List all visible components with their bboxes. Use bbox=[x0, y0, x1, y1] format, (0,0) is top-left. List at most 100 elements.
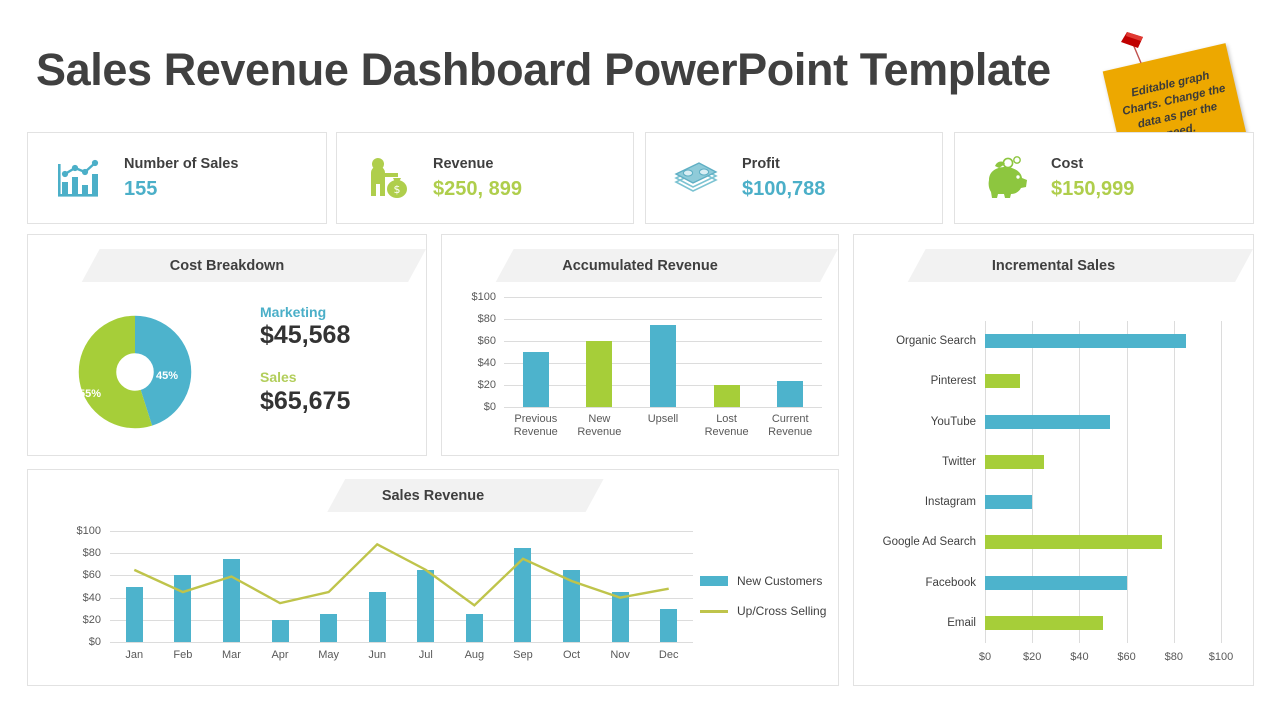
panel-title: Cost Breakdown bbox=[169, 257, 285, 274]
x-axis-tick-label: Jun bbox=[368, 649, 387, 661]
bar-0 bbox=[522, 352, 549, 407]
line-series-up-cross-selling bbox=[133, 542, 669, 607]
kpi-value: $150,999 bbox=[1051, 178, 1135, 201]
bar-4 bbox=[777, 380, 804, 407]
page-title: Sales Revenue Dashboard PowerPoint Templ… bbox=[36, 44, 1051, 95]
x-axis-tick-label: Oct bbox=[562, 649, 581, 661]
y-axis-tick-label: $80 bbox=[477, 313, 496, 325]
dashboard-slide: Sales Revenue Dashboard PowerPoint Templ… bbox=[0, 0, 1280, 720]
x-axis-tick-label: Jul bbox=[418, 649, 433, 661]
plot-area bbox=[504, 297, 822, 408]
legend-amount-marketing: $45,568 bbox=[260, 321, 351, 350]
x-axis-tick-label: Aug bbox=[464, 649, 485, 661]
gridline bbox=[1126, 321, 1128, 643]
y-axis-tick-label: $20 bbox=[477, 379, 496, 391]
hbar-4 bbox=[985, 495, 1033, 510]
legend-label-marketing: Marketing bbox=[260, 304, 327, 320]
bar-chart-line-icon bbox=[50, 158, 106, 198]
accumulated-revenue-chart: $0 $20 $40 $60 $80 $100 Previous Revenue New Reve… bbox=[442, 235, 840, 457]
kpi-card-cost[interactable]: Cost $150,999 bbox=[954, 132, 1254, 224]
gridline bbox=[1032, 321, 1034, 643]
bar-3 bbox=[713, 385, 740, 407]
donut-percent-sales: 55% bbox=[79, 388, 102, 400]
incremental-sales-chart: $0 $20 $40 $60 $80 $100 Organic Search Pinteres… bbox=[854, 235, 1255, 687]
bar-1 bbox=[586, 341, 613, 407]
y-axis-tick-label: $60 bbox=[82, 569, 101, 582]
gridline bbox=[1173, 321, 1175, 643]
panel-accumulated-revenue: Accumulated Revenue $0 $20 $40 $60 $80 $100 Pr… bbox=[441, 234, 839, 456]
legend-item-up-cross-selling: Up/Cross Selling bbox=[700, 604, 826, 618]
hbar-0 bbox=[985, 334, 1186, 349]
gridline bbox=[504, 319, 822, 320]
kpi-card-revenue[interactable]: $ Revenue $250, 899 bbox=[336, 132, 634, 224]
plot-area bbox=[110, 531, 693, 643]
category-label: Twitter bbox=[942, 455, 976, 468]
x-axis-tick-label: Apr bbox=[271, 649, 289, 661]
kpi-card-row: Number of Sales 155 $ Revenue $250, 899 … bbox=[27, 132, 1254, 224]
x-axis-tick-label: Dec bbox=[658, 649, 679, 661]
category-label: Google Ad Search bbox=[882, 536, 976, 549]
x-axis-tick-label: Sep bbox=[513, 649, 533, 661]
y-axis-tick-label: $100 bbox=[471, 291, 496, 303]
x-axis-tick-label: Jan bbox=[125, 649, 144, 661]
x-axis-tick-label: Feb bbox=[173, 649, 193, 661]
y-axis-tick-label: $20 bbox=[82, 613, 101, 626]
x-axis-tick-label: $80 bbox=[1164, 651, 1183, 663]
y-axis-tick-label: $100 bbox=[76, 525, 101, 537]
y-axis-tick-label: $0 bbox=[483, 401, 496, 413]
gridline bbox=[985, 321, 986, 643]
category-label: Email bbox=[947, 616, 976, 629]
x-axis-tick-label: $0 bbox=[978, 651, 992, 663]
panel-cost-breakdown: Cost Breakdown 45% 55% Marketing $45,568… bbox=[27, 234, 427, 456]
gridline bbox=[504, 407, 822, 408]
gridline bbox=[504, 297, 822, 298]
kpi-value: $250, 899 bbox=[433, 178, 522, 201]
x-axis-tick-label: Nov bbox=[610, 649, 630, 661]
x-axis-tick-label: $40 bbox=[1070, 651, 1089, 663]
x-axis-tick-label: May bbox=[318, 649, 339, 661]
category-label: YouTube bbox=[930, 415, 976, 428]
hbar-3 bbox=[985, 454, 1044, 469]
donut-chart: 45% 55% bbox=[60, 297, 210, 447]
gridline bbox=[110, 642, 693, 643]
gridline bbox=[1221, 321, 1222, 643]
panel-incremental-sales: Incremental Sales $0 $20 $40 $60 $80 $100 Orga… bbox=[853, 234, 1254, 686]
category-label: Pinterest bbox=[930, 375, 976, 388]
y-axis-tick-label: $80 bbox=[82, 547, 101, 560]
plot-area bbox=[985, 321, 1222, 643]
legend-amount-sales: $65,675 bbox=[260, 386, 351, 415]
kpi-label: Number of Sales bbox=[124, 155, 239, 172]
kpi-card-number-of-sales[interactable]: Number of Sales 155 bbox=[27, 132, 327, 224]
legend-item-new-customers: New Customers bbox=[700, 574, 826, 588]
category-label: Instagram bbox=[924, 496, 976, 509]
cost-breakdown-legend: Marketing $45,568 Sales $65,675 bbox=[260, 304, 351, 415]
category-label: Facebook bbox=[925, 576, 976, 589]
kpi-card-profit[interactable]: Profit $100,788 bbox=[645, 132, 943, 224]
gridline bbox=[1079, 321, 1081, 643]
svg-text:$: $ bbox=[394, 183, 401, 196]
donut-percent-marketing: 45% bbox=[156, 370, 179, 382]
kpi-label: Revenue bbox=[433, 155, 494, 172]
y-axis-tick-label: $0 bbox=[88, 636, 101, 648]
y-axis-tick-label: $60 bbox=[477, 335, 496, 347]
hbar-1 bbox=[985, 374, 1021, 389]
category-label: Organic Search bbox=[896, 335, 976, 348]
y-axis-tick-label: $40 bbox=[477, 357, 496, 369]
sales-revenue-legend: New Customers Up/Cross Selling bbox=[700, 574, 826, 634]
legend-swatch-bar bbox=[700, 576, 728, 586]
legend-label: Up/Cross Selling bbox=[737, 604, 827, 618]
x-axis-tick-label: $60 bbox=[1117, 651, 1136, 663]
kpi-value: 155 bbox=[124, 178, 158, 201]
x-axis-tick-label: $100 bbox=[1208, 651, 1234, 663]
piggy-bank-icon bbox=[977, 156, 1033, 200]
legend-label: New Customers bbox=[737, 574, 823, 588]
x-axis-tick-label: $20 bbox=[1023, 651, 1042, 663]
hbar-5 bbox=[985, 535, 1162, 550]
push-pin-icon bbox=[1121, 32, 1143, 64]
hbar-6 bbox=[985, 575, 1127, 590]
kpi-label: Cost bbox=[1051, 155, 1084, 172]
y-axis-tick-label: $40 bbox=[82, 591, 101, 604]
hbar-7 bbox=[985, 615, 1103, 630]
cash-stack-icon bbox=[668, 158, 724, 198]
x-axis-tick-label: Mar bbox=[221, 649, 241, 661]
